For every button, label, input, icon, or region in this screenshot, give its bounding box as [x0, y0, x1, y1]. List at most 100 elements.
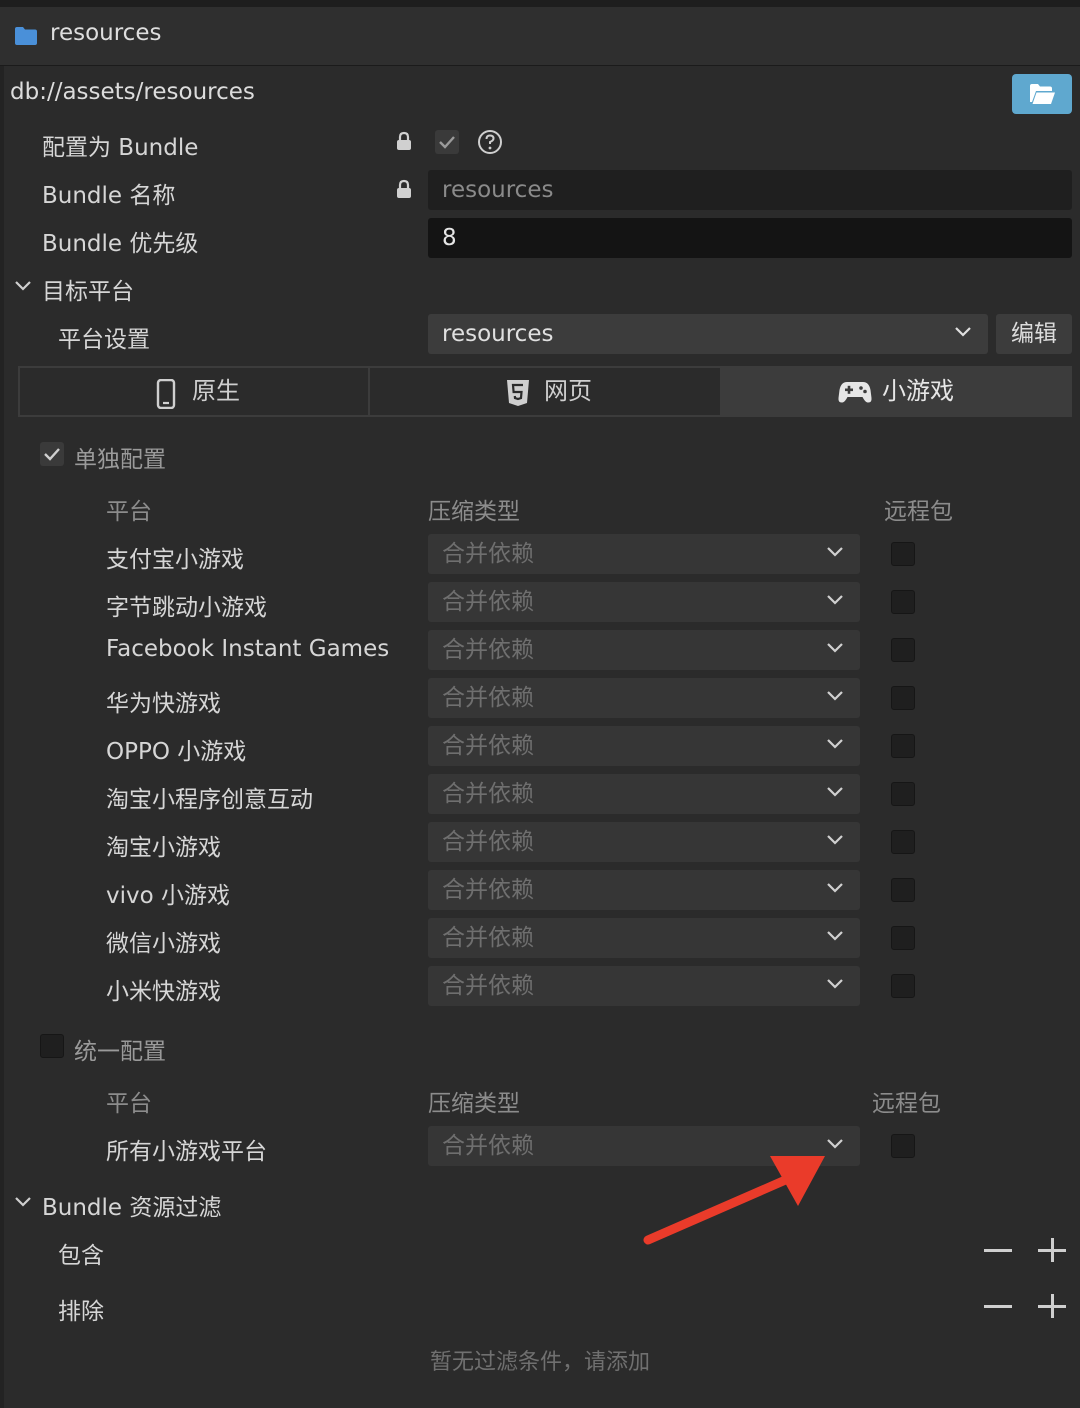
tab-minigame[interactable]: 小游戏 — [720, 368, 1070, 415]
bundle-filter-section[interactable]: Bundle 资源过滤 — [42, 1188, 221, 1222]
minus-icon — [984, 1305, 1012, 1308]
remote-package-checkbox[interactable] — [891, 638, 915, 662]
compression-select[interactable]: 合并依赖 — [428, 918, 860, 958]
chevron-down-icon — [827, 787, 843, 797]
header-title: resources — [50, 20, 162, 46]
platform-name: vivo 小游戏 — [106, 883, 230, 909]
tab-web-label: 网页 — [544, 377, 592, 405]
compression-value: 合并依赖 — [442, 685, 534, 711]
col-platform-header: 平台 — [106, 499, 152, 525]
platform-tabs: 原生 网页 小游戏 — [18, 366, 1072, 417]
chevron-down-icon[interactable] — [14, 280, 32, 292]
platform-name: 微信小游戏 — [106, 931, 221, 957]
chevron-down-icon[interactable] — [14, 1196, 32, 1208]
mobile-phone-icon — [156, 379, 176, 409]
remote-package-checkbox[interactable] — [891, 830, 915, 854]
bundle-config-label: 配置为 Bundle — [42, 135, 199, 161]
chevron-down-icon — [827, 547, 843, 557]
platform-name: Facebook Instant Games — [106, 636, 390, 662]
compression-select[interactable]: 合并依赖 — [428, 678, 860, 718]
lock-icon — [397, 131, 411, 150]
remote-package-checkbox[interactable] — [891, 878, 915, 902]
bundle-name-input[interactable]: resources — [428, 170, 1072, 210]
tab-native-label: 原生 — [192, 377, 240, 405]
unified-col-remote-header: 远程包 — [872, 1091, 941, 1117]
chevron-down-icon — [955, 327, 971, 337]
compression-select[interactable]: 合并依赖 — [428, 534, 860, 574]
unified-platform-name: 所有小游戏平台 — [106, 1139, 267, 1165]
compression-select[interactable]: 合并依赖 — [428, 822, 860, 862]
tab-minigame-label: 小游戏 — [882, 377, 954, 405]
chevron-down-icon — [827, 643, 843, 653]
tab-native[interactable]: 原生 — [20, 368, 370, 415]
compression-value: 合并依赖 — [442, 829, 534, 855]
unified-compression-value: 合并依赖 — [442, 1133, 534, 1159]
exclude-label: 排除 — [58, 1299, 104, 1325]
col-compression-header: 压缩类型 — [428, 499, 520, 525]
bundle-priority-input[interactable]: 8 — [428, 218, 1072, 258]
compression-value: 合并依赖 — [442, 973, 534, 999]
remote-package-checkbox[interactable] — [891, 590, 915, 614]
platform-name: 华为快游戏 — [106, 691, 221, 717]
inspector-header — [0, 7, 1080, 66]
compression-select[interactable]: 合并依赖 — [428, 774, 860, 814]
html5-icon — [507, 380, 529, 406]
checkmark-icon — [44, 448, 60, 461]
unified-config-label: 统一配置 — [74, 1039, 166, 1065]
asset-path: db://assets/resources — [10, 79, 255, 105]
compression-select[interactable]: 合并依赖 — [428, 966, 860, 1006]
remote-package-checkbox[interactable] — [891, 686, 915, 710]
bundle-name-label: Bundle 名称 — [42, 183, 176, 209]
separate-config-checkbox[interactable] — [40, 442, 64, 466]
chevron-down-icon — [827, 739, 843, 749]
remote-package-checkbox[interactable] — [891, 782, 915, 806]
bundle-priority-label: Bundle 优先级 — [42, 231, 199, 257]
platform-name: 淘宝小程序创意互动 — [106, 787, 313, 813]
chevron-down-icon — [827, 691, 843, 701]
annotation-arrow-icon — [643, 1156, 825, 1245]
chevron-down-icon — [827, 595, 843, 605]
chevron-down-icon — [827, 883, 843, 893]
unified-config-checkbox[interactable] — [40, 1034, 64, 1058]
chevron-down-icon — [827, 931, 843, 941]
platform-settings-value: resources — [442, 321, 554, 347]
unified-remote-checkbox[interactable] — [891, 1134, 915, 1158]
compression-select[interactable]: 合并依赖 — [428, 582, 860, 622]
chevron-down-icon — [827, 835, 843, 845]
include-add-button[interactable] — [1038, 1236, 1068, 1266]
remote-package-checkbox[interactable] — [891, 926, 915, 950]
platform-settings-label: 平台设置 — [58, 327, 150, 353]
platform-name: 小米快游戏 — [106, 979, 221, 1005]
gamepad-icon — [838, 382, 872, 403]
remote-package-checkbox[interactable] — [891, 542, 915, 566]
compression-select[interactable]: 合并依赖 — [428, 870, 860, 910]
include-remove-button[interactable] — [984, 1236, 1014, 1266]
help-icon[interactable] — [477, 129, 503, 155]
compression-value: 合并依赖 — [442, 925, 534, 951]
remote-package-checkbox[interactable] — [891, 734, 915, 758]
compression-value: 合并依赖 — [442, 541, 534, 567]
plus-icon — [1038, 1292, 1066, 1320]
compression-value: 合并依赖 — [442, 637, 534, 663]
remote-package-checkbox[interactable] — [891, 974, 915, 998]
plus-icon — [1038, 1236, 1066, 1264]
open-folder-button[interactable] — [1012, 74, 1072, 114]
checkmark-icon — [439, 136, 455, 149]
compression-value: 合并依赖 — [442, 877, 534, 903]
unified-col-platform-header: 平台 — [106, 1091, 152, 1117]
platform-name: 字节跳动小游戏 — [106, 595, 267, 621]
target-platform-section[interactable]: 目标平台 — [42, 272, 134, 306]
edit-button[interactable]: 编辑 — [996, 314, 1072, 354]
filter-empty-hint: 暂无过滤条件，请添加 — [429, 1350, 650, 1375]
tab-web[interactable]: 网页 — [370, 368, 720, 415]
compression-select[interactable]: 合并依赖 — [428, 726, 860, 766]
exclude-remove-button[interactable] — [984, 1292, 1014, 1322]
platform-settings-select[interactable]: resources — [428, 314, 988, 354]
include-label: 包含 — [58, 1243, 104, 1269]
folder-open-icon — [1030, 84, 1055, 104]
bundle-config-checkbox[interactable] — [435, 130, 459, 154]
platform-name: OPPO 小游戏 — [106, 739, 247, 765]
compression-value: 合并依赖 — [442, 733, 534, 759]
compression-select[interactable]: 合并依赖 — [428, 630, 860, 670]
exclude-add-button[interactable] — [1038, 1292, 1068, 1322]
